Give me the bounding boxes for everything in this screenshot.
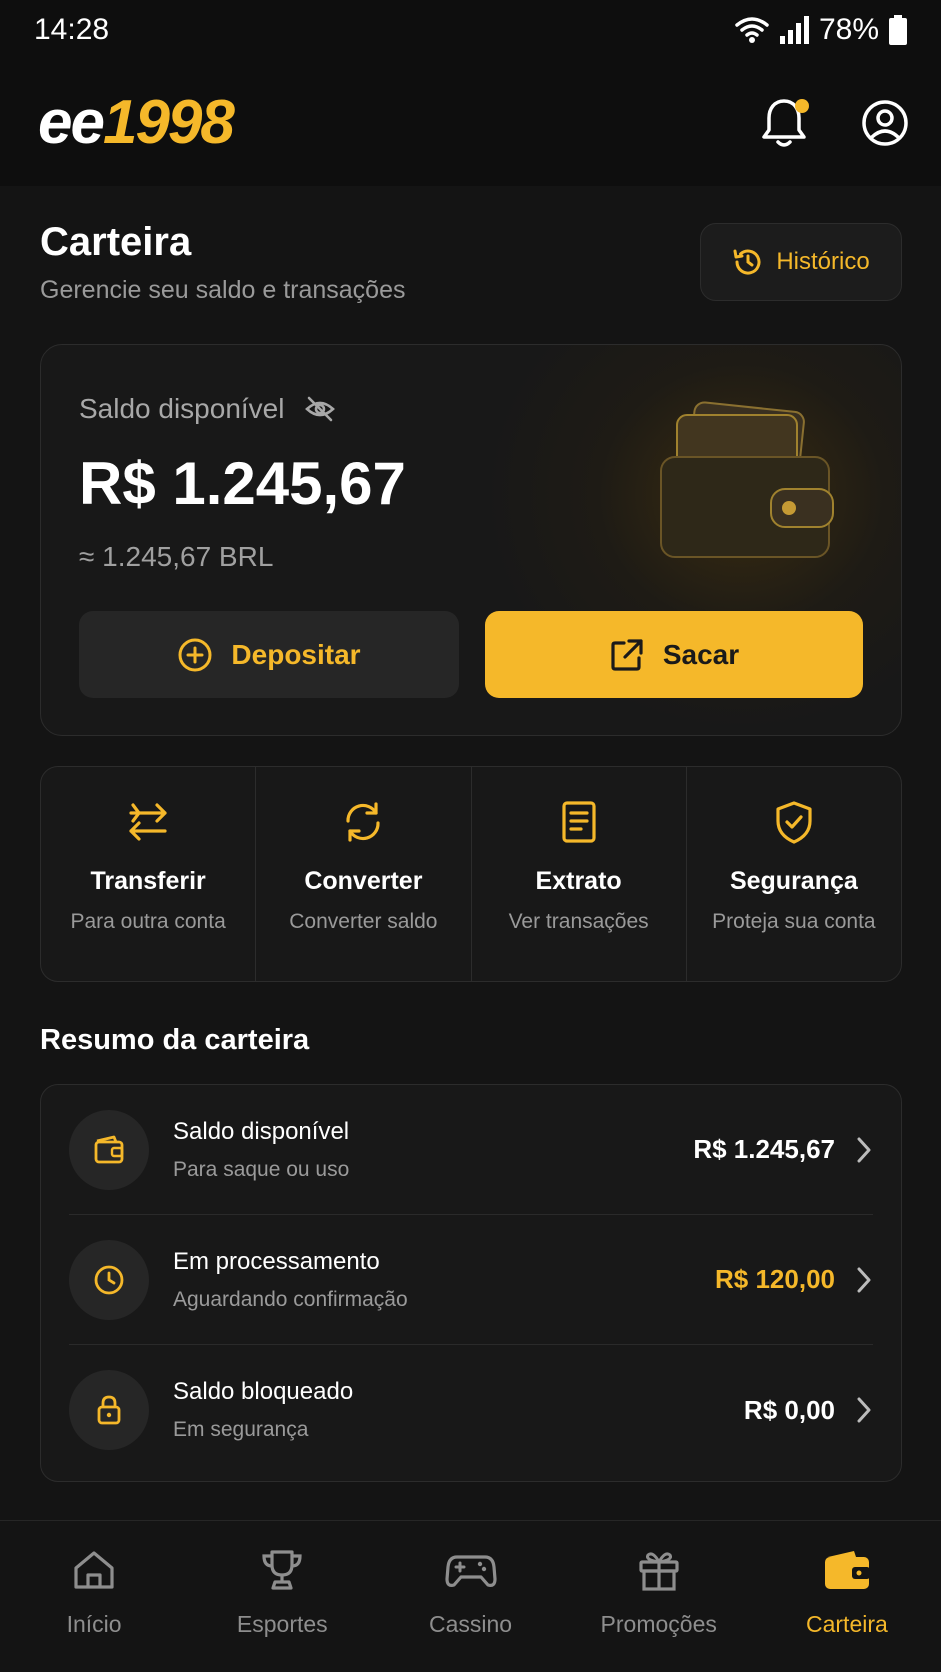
bottom-nav: Início Esportes Cassino Promoções Cartei… <box>0 1520 941 1672</box>
balance-value: R$ 1.245,67 <box>79 450 406 517</box>
external-link-icon <box>611 638 643 671</box>
action-title: Transferir <box>90 867 206 895</box>
trophy-icon <box>262 1550 302 1590</box>
clock-icon <box>94 1265 124 1294</box>
action-subtitle: Para outra conta <box>70 910 226 933</box>
profile-icon[interactable] <box>861 99 909 147</box>
summary-value: R$ 1.245,67 <box>693 1134 835 1164</box>
page-title: Carteira <box>40 220 192 264</box>
summary-icon-circle <box>69 1370 149 1450</box>
action-title: Extrato <box>535 867 622 895</box>
app-header: ee1998 <box>0 60 941 186</box>
history-label: Histórico <box>776 248 870 275</box>
chevron-right-icon <box>857 1137 871 1162</box>
action-subtitle: Converter saldo <box>289 910 438 933</box>
balance-label: Saldo disponível <box>79 393 285 424</box>
battery-icon <box>889 15 907 45</box>
brand-logo[interactable]: ee1998 <box>38 92 235 154</box>
wallet-icon <box>94 1135 124 1163</box>
summary-label: Saldo disponível <box>173 1117 350 1145</box>
notification-dot <box>795 99 809 113</box>
status-indicators: 78% <box>735 13 907 47</box>
transfer-icon <box>129 803 167 841</box>
history-icon <box>733 249 761 275</box>
history-button[interactable]: Histórico <box>700 223 902 301</box>
chevron-right-icon <box>857 1267 871 1292</box>
gamepad-icon <box>444 1555 497 1587</box>
nav-label: Esportes <box>236 1611 328 1637</box>
document-icon <box>562 801 596 843</box>
battery-percent: 78% <box>818 13 879 46</box>
summary-value: R$ 0,00 <box>743 1394 835 1425</box>
summary-card: Saldo disponível Para saque ou uso R$ 1.… <box>40 1084 902 1482</box>
gift-icon <box>639 1552 679 1591</box>
wallet-illustration-icon <box>660 401 834 558</box>
home-icon <box>74 1551 114 1589</box>
summary-sub: Para saque ou uso <box>173 1157 350 1181</box>
action-subtitle: Proteja sua conta <box>712 910 876 933</box>
summary-label: Saldo bloqueado <box>173 1378 354 1405</box>
summary-value: R$ 120,00 <box>715 1264 835 1294</box>
page-subtitle: Gerencie seu saldo e transações <box>40 276 406 304</box>
deposit-button[interactable]: Depositar <box>79 611 459 698</box>
withdraw-button[interactable]: Sacar <box>485 611 863 698</box>
lock-icon <box>97 1395 121 1425</box>
action-statement[interactable]: Extrato Ver transações <box>472 767 687 981</box>
nav-label: Início <box>66 1611 122 1637</box>
shield-icon <box>776 801 812 844</box>
deposit-label: Depositar <box>231 638 361 670</box>
summary-sub: Aguardando confirmação <box>173 1287 408 1311</box>
nav-label: Promoções <box>600 1611 717 1637</box>
balance-approx: ≈ 1.245,67 BRL <box>79 541 274 572</box>
action-subtitle: Ver transações <box>508 910 649 933</box>
nav-item-home[interactable]: Início <box>0 1521 188 1672</box>
logo-text-white: ee <box>38 88 105 157</box>
action-title: Segurança <box>729 867 858 895</box>
summary-label: Em processamento <box>173 1247 380 1275</box>
nav-item-sports[interactable]: Esportes <box>188 1521 376 1672</box>
nav-item-promotions[interactable]: Promoções <box>565 1521 753 1672</box>
eye-off-icon[interactable] <box>304 395 336 423</box>
summary-title: Resumo da carteira <box>40 1024 310 1056</box>
balance-label-row: Saldo disponível <box>79 393 336 425</box>
notifications-button[interactable] <box>761 97 811 149</box>
action-convert[interactable]: Converter Converter saldo <box>256 767 472 981</box>
chevron-right-icon <box>857 1397 871 1423</box>
summary-row-processing[interactable]: Em processamento Aguardando confirmação … <box>69 1215 873 1345</box>
summary-text: Em processamento Aguardando confirmação <box>173 1248 715 1312</box>
summary-icon-circle <box>69 1109 149 1190</box>
balance-card: Saldo disponível R$ 1.245,67 ≈ 1.245,67 … <box>40 344 902 736</box>
withdraw-label: Sacar <box>662 638 740 670</box>
wifi-icon <box>735 17 769 43</box>
quick-actions: Transferir Para outra conta Converter Co… <box>40 766 902 982</box>
nav-item-wallet[interactable]: Carteira <box>753 1521 941 1672</box>
summary-sub: Em segurança <box>173 1418 309 1441</box>
summary-text: Saldo disponível Para saque ou uso <box>173 1118 693 1182</box>
summary-row-available[interactable]: Saldo disponível Para saque ou uso R$ 1.… <box>69 1085 873 1215</box>
logo-text-accent: 1998 <box>102 88 235 157</box>
signal-icon <box>779 16 809 44</box>
refresh-icon <box>346 802 380 842</box>
header-actions <box>761 97 909 149</box>
plus-circle-icon <box>178 638 212 671</box>
nav-item-casino[interactable]: Cassino <box>376 1521 564 1672</box>
nav-label: Cassino <box>428 1611 513 1637</box>
summary-icon-circle <box>69 1239 149 1320</box>
status-bar: 14:28 78% <box>0 0 941 60</box>
status-time: 14:28 <box>34 13 110 46</box>
wallet-icon <box>824 1551 870 1589</box>
summary-row-blocked[interactable]: Saldo bloqueado Em segurança R$ 0,00 <box>69 1345 873 1475</box>
nav-label: Carteira <box>806 1611 888 1637</box>
action-transfer[interactable]: Transferir Para outra conta <box>41 767 257 981</box>
action-security[interactable]: Segurança Proteja sua conta <box>687 767 901 981</box>
summary-text: Saldo bloqueado Em segurança <box>173 1378 744 1442</box>
action-title: Converter <box>304 867 423 895</box>
